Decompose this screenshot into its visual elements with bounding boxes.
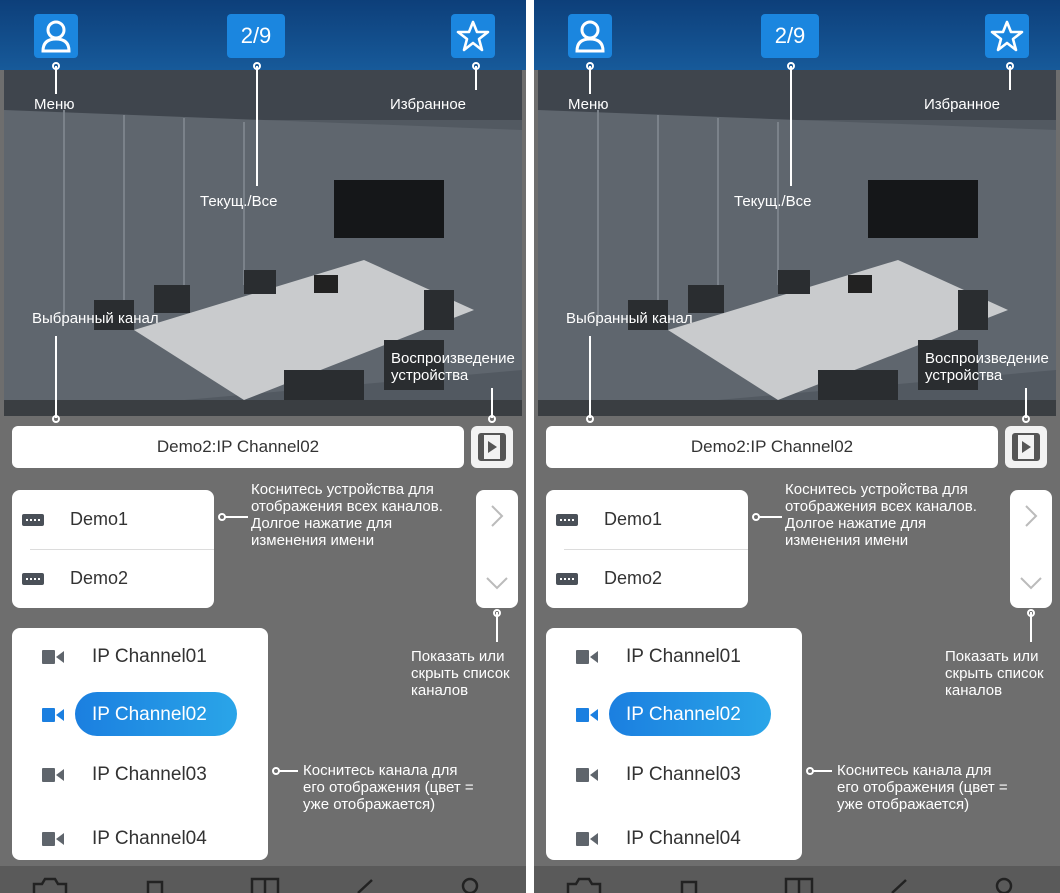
channel-label: IP Channel01 (626, 646, 741, 667)
favorites-button[interactable] (451, 14, 495, 58)
channel-label: IP Channel03 (92, 764, 207, 785)
film-play-icon (1012, 433, 1040, 461)
menu-button[interactable] (34, 14, 78, 58)
channel-list-toggle[interactable] (476, 490, 518, 608)
dvr-device-icon (556, 513, 578, 526)
camera-icon (42, 768, 64, 782)
device-item-demo2[interactable]: Demo2 (12, 549, 214, 608)
ptz-icon[interactable] (455, 876, 485, 893)
selected-channel-label: Выбранный канал (32, 310, 159, 327)
device-tip: Коснитесь устройства для отображения все… (785, 481, 977, 549)
selected-channel-label: Выбранный канал (566, 310, 693, 327)
layout-icon[interactable] (784, 876, 814, 893)
playback-label: Воспроизведение устройства (391, 350, 515, 384)
top-bar: 2/9 (0, 0, 526, 70)
channel-item-03[interactable]: IP Channel03 (12, 746, 268, 804)
selected-channel-field[interactable]: Demo2:IP Channel02 (546, 426, 998, 468)
channel-item-02[interactable]: IP Channel02 (12, 686, 268, 744)
favorites-label: Избранное (390, 96, 467, 113)
channel-item-03[interactable]: IP Channel03 (546, 746, 802, 804)
channel-item-02[interactable]: IP Channel02 (546, 686, 802, 744)
device-item-demo1[interactable]: Demo1 (12, 490, 214, 549)
channel-label: IP Channel02 (626, 704, 741, 725)
device-item-demo1[interactable]: Demo1 (546, 490, 748, 549)
dvr-device-icon (556, 572, 578, 585)
user-icon (575, 20, 605, 53)
channel-item-01[interactable]: IP Channel01 (12, 628, 268, 686)
favorites-button[interactable] (985, 14, 1029, 58)
selected-channel-field[interactable]: Demo2:IP Channel02 (12, 426, 464, 468)
record-icon[interactable] (674, 876, 704, 893)
camera-icon (576, 832, 598, 846)
layout-icon[interactable] (250, 876, 280, 893)
user-icon (41, 20, 71, 53)
dvr-device-icon (22, 513, 44, 526)
channel-label: IP Channel01 (92, 646, 207, 667)
device-list: Demo1 Demo2 (546, 490, 748, 608)
channel-tip: Коснитесь канала для его отображения (цв… (837, 762, 1008, 813)
device-playback-button[interactable] (1005, 426, 1047, 468)
channel-item-01[interactable]: IP Channel01 (546, 628, 802, 686)
playback-label: Воспроизведение устройства (925, 350, 1049, 384)
channel-label: IP Channel04 (626, 828, 741, 849)
record-icon[interactable] (140, 876, 170, 893)
bottom-toolbar (534, 866, 1060, 893)
channel-label: IP Channel03 (626, 764, 741, 785)
menu-button[interactable] (568, 14, 612, 58)
ptz-icon[interactable] (989, 876, 1019, 893)
camera-icon[interactable] (30, 876, 70, 893)
chevron-down-icon[interactable] (1019, 576, 1043, 590)
channel-label: IP Channel04 (92, 828, 207, 849)
camera-icon (576, 708, 598, 722)
device-playback-button[interactable] (471, 426, 513, 468)
page-counter[interactable]: 2/9 (761, 14, 819, 58)
camera-icon (576, 768, 598, 782)
speaker-icon[interactable] (350, 876, 380, 893)
device-label: Demo2 (70, 568, 129, 588)
top-bar: 2/9 (534, 0, 1060, 70)
film-play-icon (478, 433, 506, 461)
phone-screen-left: 2/9 Меню Избранное Текущ./Все Выбранный … (0, 0, 526, 893)
current-all-label: Текущ./Все (200, 193, 278, 210)
camera-icon[interactable] (564, 876, 604, 893)
chevron-right-icon[interactable] (489, 504, 505, 528)
toggle-tip: Показать или скрыть список каналов (945, 648, 1044, 699)
device-item-demo2[interactable]: Demo2 (546, 549, 748, 608)
bottom-toolbar (0, 866, 526, 893)
camera-icon (42, 708, 64, 722)
device-label: Demo1 (604, 509, 663, 529)
chevron-right-icon[interactable] (1023, 504, 1039, 528)
page-counter[interactable]: 2/9 (227, 14, 285, 58)
device-tip: Коснитесь устройства для отображения все… (251, 481, 443, 549)
camera-icon (42, 832, 64, 846)
channel-list-toggle[interactable] (1010, 490, 1052, 608)
menu-label: Меню (34, 96, 75, 113)
current-all-label: Текущ./Все (734, 193, 812, 210)
star-icon (456, 20, 490, 52)
toggle-tip: Показать или скрыть список каналов (411, 648, 510, 699)
channel-list: IP Channel01 IP Channel02 IP Channel03 I… (546, 628, 802, 860)
menu-label: Меню (568, 96, 609, 113)
channel-label: IP Channel02 (92, 704, 207, 725)
device-label: Demo2 (604, 568, 663, 588)
channel-list: IP Channel01 IP Channel02 IP Channel03 I… (12, 628, 268, 860)
device-label: Demo1 (70, 509, 129, 529)
star-icon (990, 20, 1024, 52)
channel-item-04[interactable]: IP Channel04 (546, 810, 802, 860)
channel-item-04[interactable]: IP Channel04 (12, 810, 268, 860)
chevron-down-icon[interactable] (485, 576, 509, 590)
camera-icon (576, 650, 598, 664)
dvr-device-icon (22, 572, 44, 585)
speaker-icon[interactable] (884, 876, 914, 893)
phone-screen-right: 2/9 Меню Избранное Текущ./Все Выбранный … (534, 0, 1060, 893)
channel-tip: Коснитесь канала для его отображения (цв… (303, 762, 474, 813)
device-list: Demo1 Demo2 (12, 490, 214, 608)
camera-icon (42, 650, 64, 664)
favorites-label: Избранное (924, 96, 1001, 113)
